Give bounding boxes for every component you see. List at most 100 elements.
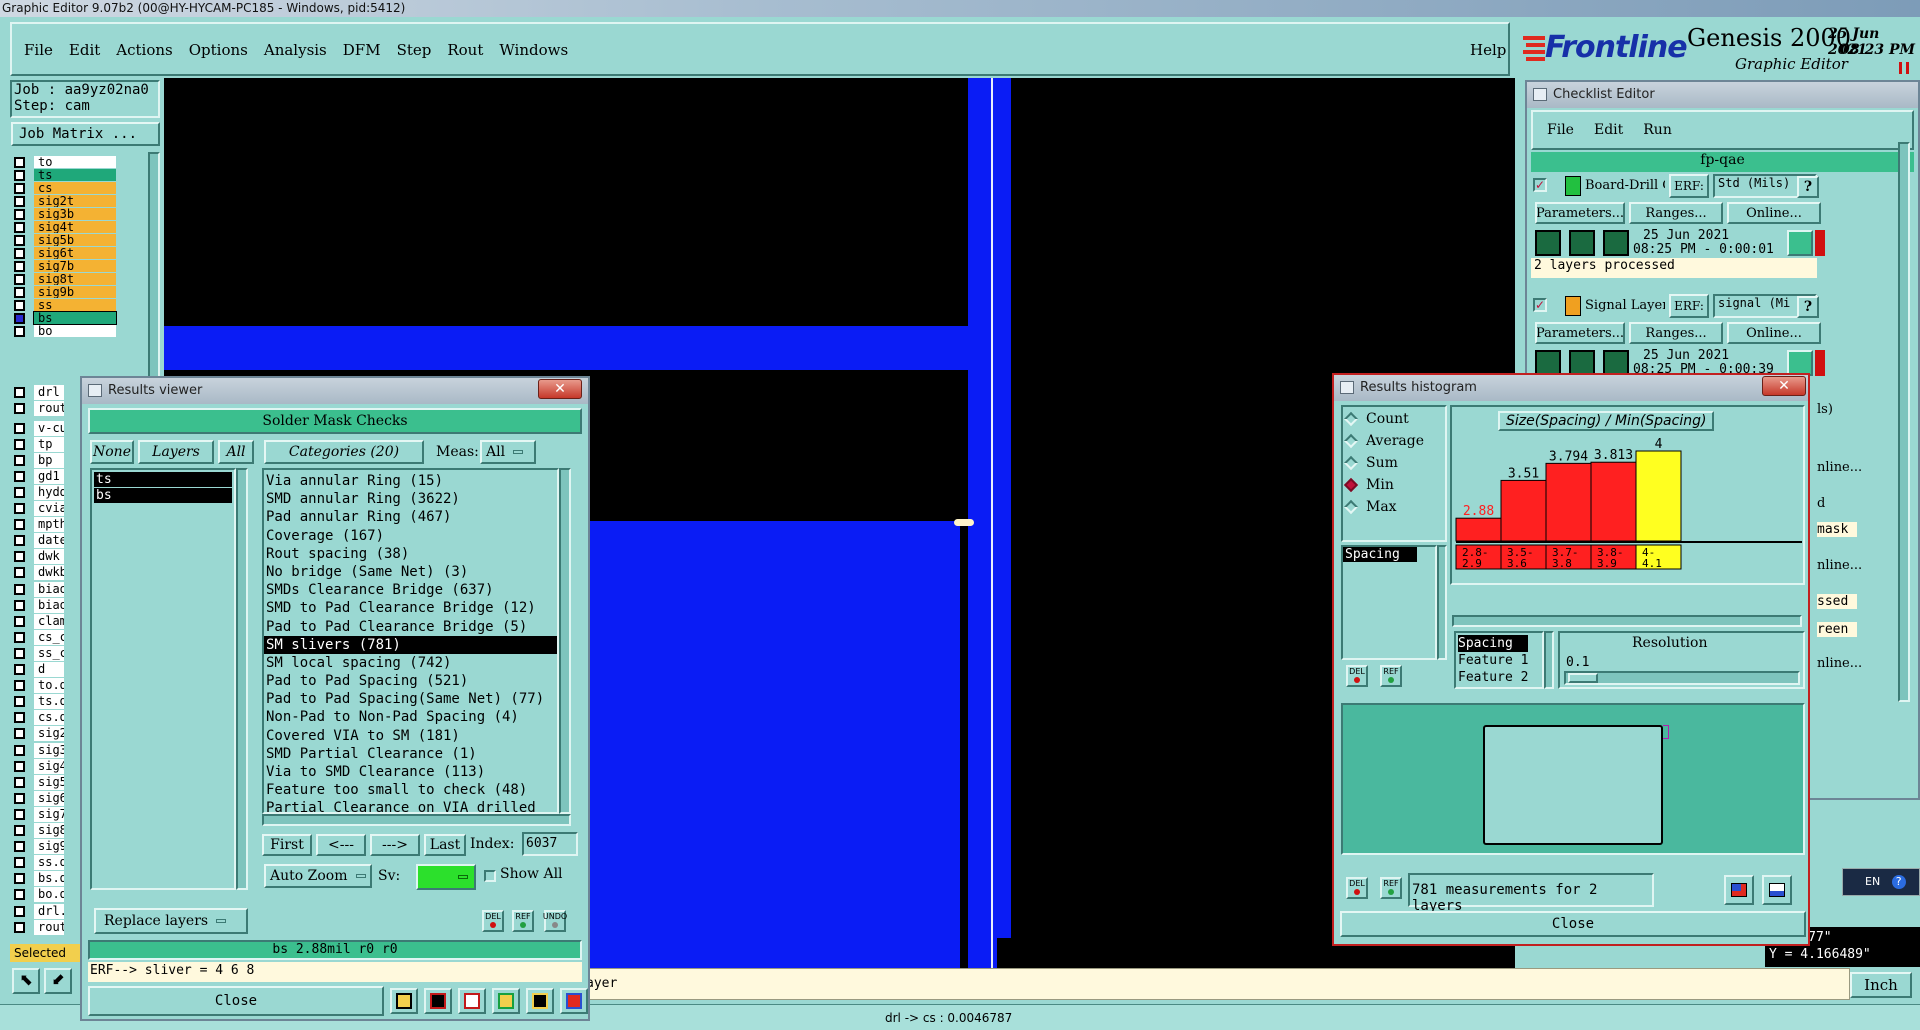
category-item[interactable]: SM local spacing (742) [264,654,557,672]
checklist-menu-run[interactable]: Run [1643,122,1672,138]
units-button[interactable]: Inch [1850,972,1912,998]
layer-name[interactable]: sig4 [34,758,64,774]
erf-button[interactable]: ERF: [1669,294,1709,318]
export-icon[interactable] [1724,875,1754,905]
layer-row[interactable]: drl [14,384,64,400]
layer-name[interactable]: ss_c [34,645,64,661]
del-button[interactable]: DEL [1346,665,1368,687]
layer-name[interactable]: rout [34,400,64,416]
layer-row[interactable]: date [14,533,64,549]
layer-checkbox[interactable] [14,776,25,788]
layer-name[interactable]: d [34,662,64,677]
run-all-icon[interactable] [1569,230,1595,256]
menu-help[interactable]: Help [1470,41,1506,59]
del-button[interactable]: DEL [482,910,504,932]
layer-checkbox[interactable] [14,221,25,233]
feature-scrollbar[interactable] [1544,631,1554,689]
slider-thumb[interactable] [1568,673,1598,683]
categories-scrollbar[interactable] [559,468,571,814]
category-item[interactable]: Partial Clearance on VIA drilled [264,799,557,812]
pause-icon[interactable] [1899,62,1909,74]
layer-checkbox[interactable] [14,857,25,869]
category-item[interactable]: No bridge (Same Net) (3) [264,563,557,581]
layer-checkbox[interactable] [14,760,25,772]
layer-checkbox[interactable] [14,744,25,756]
layer-name[interactable]: rout [34,919,64,935]
histogram-bar[interactable] [1500,479,1547,542]
layer-row[interactable]: sig5 [14,774,64,790]
layer-row[interactable]: drl. [14,903,64,919]
layer-checkbox[interactable] [14,325,25,337]
category-item[interactable]: Via annular Ring (15) [264,472,557,490]
stop-icon[interactable] [1603,230,1629,256]
online-button[interactable]: Online... [1727,202,1821,224]
layer-row[interactable]: gd1 [14,468,64,484]
category-item[interactable]: SMD Partial Clearance (1) [264,745,557,763]
layer-checkbox[interactable] [14,299,25,311]
layer-name[interactable]: bp [34,452,64,468]
layer-checkbox[interactable] [14,454,25,466]
histogram-bar[interactable] [1545,462,1592,542]
checklist-action-name[interactable]: Board-Drill Che [1585,178,1665,193]
menu-options[interactable]: Options [189,41,248,59]
layer-name[interactable]: biao [34,597,64,613]
layer-checkbox[interactable] [14,470,25,482]
categories-button[interactable]: Categories (20) [264,440,424,464]
help-button[interactable]: ? [1797,176,1819,198]
histogram-close-icon[interactable]: ✕ [1762,376,1806,396]
layer-list-scrollbar[interactable] [148,152,160,378]
layer-checkbox[interactable] [14,551,25,563]
checklist-menu-file[interactable]: File [1547,122,1574,138]
layer-row[interactable]: biao [14,581,64,597]
layer-row[interactable]: to.d [14,678,64,694]
histogram-bar[interactable] [1590,461,1637,542]
layer-checkbox[interactable] [14,873,25,885]
layer-checkbox[interactable] [14,889,25,901]
help-icon[interactable]: ? [1891,875,1906,889]
layer-row[interactable]: cs.d [14,710,64,726]
layer-name[interactable]: date [34,533,64,549]
layer-checkbox[interactable] [14,696,25,708]
ranges-button[interactable]: Ranges... [1629,322,1723,344]
layers-button[interactable]: Layers [138,440,214,464]
ref-button[interactable]: REF [1380,665,1402,687]
layer-row[interactable]: rout [14,919,64,935]
prev-button[interactable]: <--- [316,834,366,856]
layer-checkbox[interactable] [14,921,25,933]
menu-step[interactable]: Step [397,41,432,59]
layer-row[interactable]: sig3 [14,742,64,758]
layer-row[interactable]: dwk [14,549,64,565]
layer-name[interactable]: ts.d [34,694,64,710]
ref-button[interactable]: REF [1380,877,1402,899]
layer-stack-icon[interactable] [390,988,418,1014]
layer-row[interactable]: clam [14,613,64,629]
index-input[interactable]: 6037 [522,832,578,856]
category-item[interactable]: Pad to Pad Clearance Bridge (5) [264,618,557,636]
layer-checkbox[interactable] [14,312,25,324]
layer-checkbox[interactable] [14,247,25,259]
category-item[interactable]: Via to SMD Clearance (113) [264,763,557,781]
chart-icon[interactable] [560,988,588,1014]
category-item[interactable]: Covered VIA to SM (181) [264,727,557,745]
selected-layer-item[interactable]: ts [94,472,232,487]
layer-name[interactable]: cvia [34,501,64,516]
layer-checkbox[interactable] [14,841,25,853]
category-item[interactable]: Pad annular Ring (467) [264,508,557,526]
erf-button[interactable]: ERF: [1669,174,1709,198]
menu-rout[interactable]: Rout [447,41,483,59]
category-item[interactable]: Non-Pad to Non-Pad Spacing (4) [264,708,557,726]
category-item[interactable]: SMDs Clearance Bridge (637) [264,581,557,599]
run-icon[interactable] [1535,230,1561,256]
mode-radio-min[interactable]: Min [1343,477,1394,493]
layer-name[interactable]: dwkb [34,565,64,581]
layer-name[interactable]: bo [34,325,116,337]
layer-name[interactable]: sig5 [34,774,64,790]
help-button[interactable]: ? [1797,296,1819,318]
layer-row[interactable]: hydd [14,484,64,500]
layer-checkbox[interactable] [14,438,25,450]
layer-checkbox[interactable] [14,286,25,298]
layer-name[interactable]: bs.d [34,871,64,887]
category-item[interactable]: Coverage (167) [264,527,557,545]
layer-name[interactable]: sig9 [34,839,64,855]
layer-row[interactable]: rout [14,400,64,416]
